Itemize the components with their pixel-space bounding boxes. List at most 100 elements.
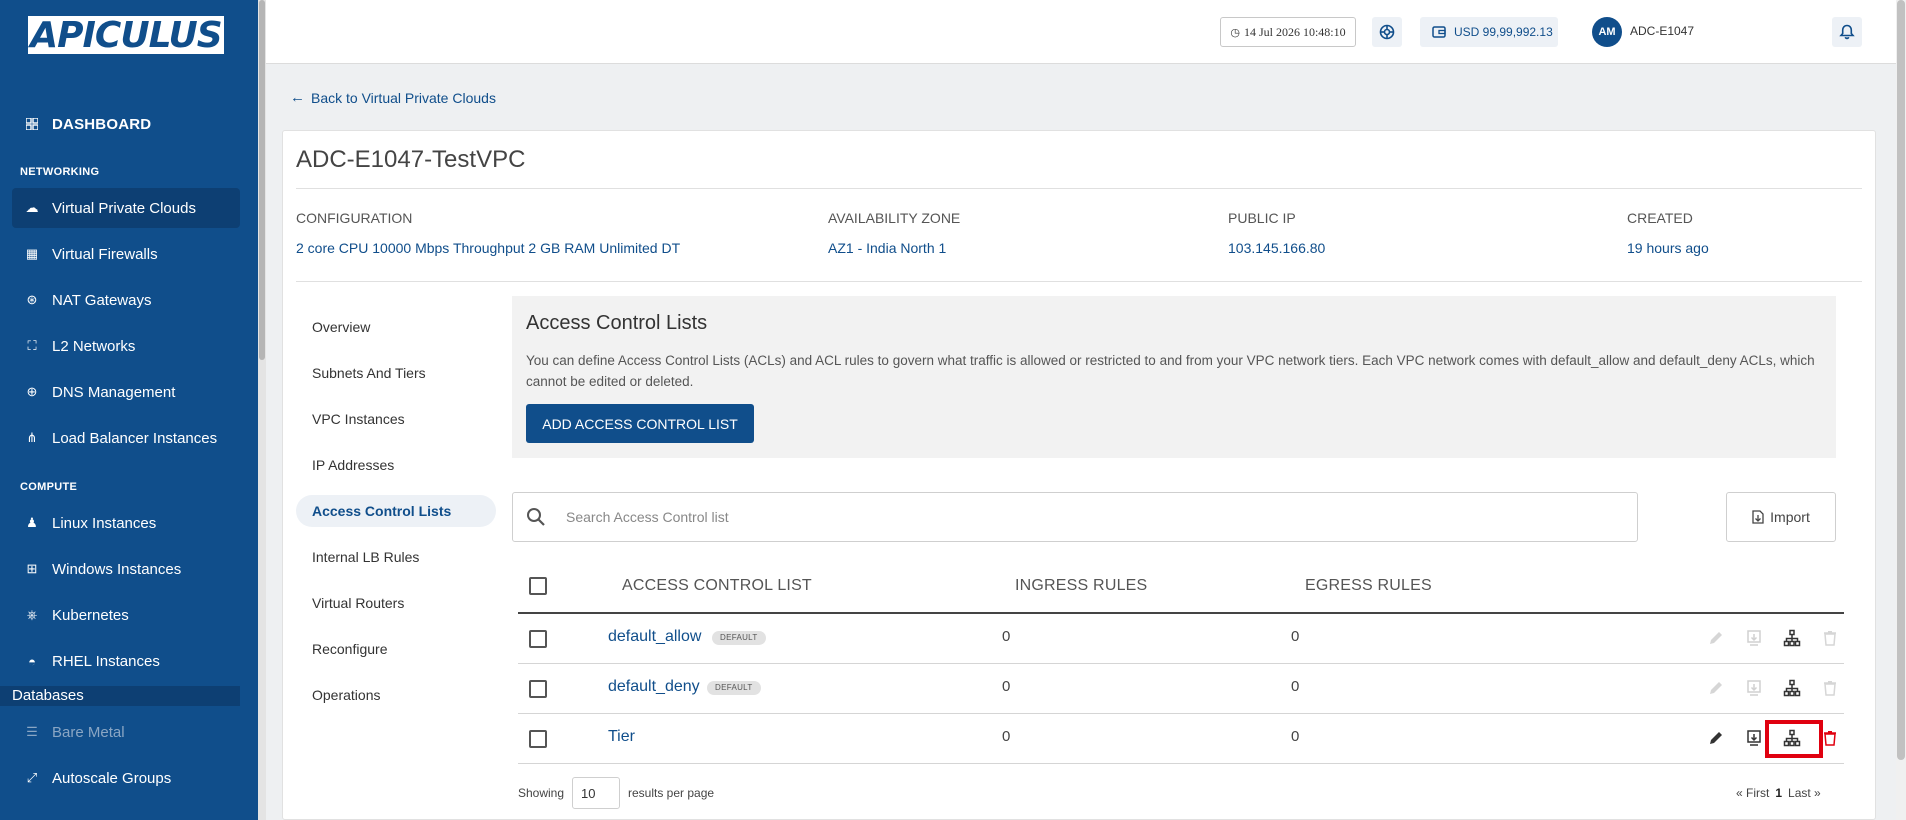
tab-overview[interactable]: Overview: [296, 311, 496, 343]
support-button[interactable]: [1372, 17, 1402, 47]
avatar[interactable]: AM: [1592, 17, 1622, 47]
file-import-icon: [1752, 510, 1764, 524]
meta-value-configuration[interactable]: 2 core CPU 10000 Mbps Throughput 2 GB RA…: [296, 240, 680, 256]
delete-button: [1819, 627, 1841, 649]
sidebar-item-nat-gateways[interactable]: ⊛ NAT Gateways: [12, 280, 240, 320]
lifebuoy-icon: [1379, 24, 1395, 40]
sidebar-item-bare-metal: ☰ Bare Metal: [12, 712, 240, 752]
column-header-acl[interactable]: ACCESS CONTROL LIST: [622, 577, 812, 595]
datetime-text: 14 Jul 2026 10:48:10: [1243, 24, 1346, 39]
sidebar-item-label: Windows Instances: [52, 560, 182, 578]
hierarchy-icon: [1783, 679, 1801, 697]
sidebar-item-label: Kubernetes: [52, 606, 129, 624]
vpc-detail-card: [282, 130, 1876, 820]
load-balancer-icon: ⋔: [26, 430, 38, 445]
acl-name-link[interactable]: default_allow: [608, 628, 701, 646]
meta-value-availability-zone[interactable]: AZ1 - India North 1: [828, 240, 946, 256]
edit-button: [1705, 627, 1727, 649]
sidebar-item-windows-instances[interactable]: ⊞ Windows Instances: [12, 549, 240, 589]
pencil-icon: [1710, 732, 1722, 744]
showing-label: Showing: [518, 786, 565, 800]
egress-count: 0: [1291, 628, 1300, 645]
apiculus-logo[interactable]: APICULUS: [28, 14, 224, 56]
meta-value-public-ip[interactable]: 103.145.166.80: [1228, 240, 1325, 256]
sidebar-item-databases[interactable]: Databases: [0, 686, 240, 706]
back-to-vpcs-link[interactable]: ← Back to Virtual Private Clouds: [290, 89, 496, 106]
page-title: ADC-E1047-TestVPC: [296, 146, 526, 173]
page-scrollbar-thumb[interactable]: [1897, 0, 1905, 760]
select-all-checkbox[interactable]: [529, 577, 547, 595]
sidebar-item-label: Autoscale Groups: [52, 769, 172, 787]
sidebar-item-kubernetes[interactable]: ⎈ Kubernetes: [12, 595, 240, 635]
per-page-input[interactable]: [572, 777, 620, 809]
tab-ip-addresses[interactable]: IP Addresses: [296, 449, 496, 481]
sidebar-item-label: Bare Metal: [52, 723, 125, 741]
row-checkbox[interactable]: [529, 680, 547, 698]
divider: [296, 281, 1862, 282]
user-name[interactable]: ADC-E1047: [1630, 24, 1694, 38]
delete-button: [1819, 677, 1841, 699]
back-link-text: Back to Virtual Private Clouds: [311, 89, 496, 106]
notifications-button[interactable]: [1832, 17, 1862, 47]
trash-icon: [1824, 681, 1836, 696]
acl-rules-button[interactable]: [1781, 627, 1803, 649]
column-header-egress[interactable]: EGRESS RULES: [1305, 577, 1432, 595]
nat-icon: ⊛: [26, 292, 38, 307]
import-label: Import: [1770, 509, 1810, 525]
first-page-link[interactable]: « First: [1736, 786, 1769, 800]
download-icon: [1747, 630, 1761, 646]
meta-label-availability-zone: AVAILABILITY ZONE: [828, 210, 961, 226]
network-icon: ⛶: [27, 338, 37, 353]
acl-name-link[interactable]: default_deny: [608, 678, 700, 696]
edit-button: [1705, 677, 1727, 699]
search-input[interactable]: [566, 506, 1616, 528]
acl-name-link[interactable]: Tier: [608, 728, 635, 746]
tab-reconfigure[interactable]: Reconfigure: [296, 633, 496, 665]
logo-text: APICULUS: [30, 14, 222, 56]
rhel-icon: ◓: [28, 653, 36, 669]
per-page-label: results per page: [628, 786, 715, 800]
sidebar-item-dns-management[interactable]: ⊕ DNS Management: [12, 372, 240, 412]
meta-value-created: 19 hours ago: [1627, 240, 1709, 256]
sidebar-item-load-balancer-instances[interactable]: ⋔ Load Balancer Instances: [12, 418, 240, 458]
sidebar-item-l2-networks[interactable]: ⛶ L2 Networks: [12, 326, 240, 366]
download-icon: [1747, 680, 1761, 696]
dashboard-icon: [24, 116, 40, 132]
sidebar-item-virtual-firewalls[interactable]: ▦ Virtual Firewalls: [12, 234, 240, 274]
add-acl-button[interactable]: ADD ACCESS CONTROL LIST: [526, 404, 754, 443]
import-button[interactable]: Import: [1726, 492, 1836, 542]
top-header: ◷ 14 Jul 2026 10:48:10 USD 99,99,992.13 …: [266, 0, 1896, 64]
sidebar-scrollbar-thumb[interactable]: [259, 0, 265, 360]
sidebar-item-virtual-private-clouds[interactable]: ☁ Virtual Private Clouds: [12, 188, 240, 228]
tab-virtual-routers[interactable]: Virtual Routers: [296, 587, 496, 619]
egress-count: 0: [1291, 728, 1300, 745]
export-button[interactable]: [1743, 727, 1765, 749]
sidebar-item-autoscale-groups[interactable]: ⤢ Autoscale Groups: [12, 758, 240, 798]
tab-operations[interactable]: Operations: [296, 679, 496, 711]
wallet-balance[interactable]: USD 99,99,992.13: [1420, 17, 1558, 47]
last-page-link[interactable]: Last »: [1788, 786, 1821, 800]
ingress-count: 0: [1002, 728, 1011, 745]
sidebar-item-linux-instances[interactable]: ♟ Linux Instances: [12, 503, 240, 543]
tab-access-control-lists[interactable]: Access Control Lists: [296, 495, 496, 527]
pencil-icon: [1710, 682, 1722, 694]
edit-button[interactable]: [1705, 727, 1727, 749]
sidebar-item-label: Virtual Private Clouds: [52, 199, 196, 217]
sidebar-item-dashboard[interactable]: DASHBOARD: [12, 104, 240, 144]
balance-text: USD 99,99,992.13: [1454, 25, 1553, 39]
acl-rules-button[interactable]: [1781, 677, 1803, 699]
row-checkbox[interactable]: [529, 730, 547, 748]
row-checkbox[interactable]: [529, 630, 547, 648]
pagination: « First 1 Last »: [1736, 786, 1821, 800]
row-divider: [518, 663, 1844, 664]
firewall-icon: ▦: [25, 246, 39, 261]
tab-subnets-and-tiers[interactable]: Subnets And Tiers: [296, 357, 496, 389]
column-header-ingress[interactable]: INGRESS RULES: [1015, 577, 1147, 595]
sidebar-item-rhel-instances[interactable]: ◓ RHEL Instances: [12, 641, 240, 681]
tab-internal-lb-rules[interactable]: Internal LB Rules: [296, 541, 496, 573]
sidebar-item-label: NAT Gateways: [52, 291, 152, 309]
current-page[interactable]: 1: [1775, 786, 1782, 800]
tab-vpc-instances[interactable]: VPC Instances: [296, 403, 496, 435]
header-divider: [518, 612, 1844, 614]
globe-icon: ⊕: [26, 384, 38, 399]
